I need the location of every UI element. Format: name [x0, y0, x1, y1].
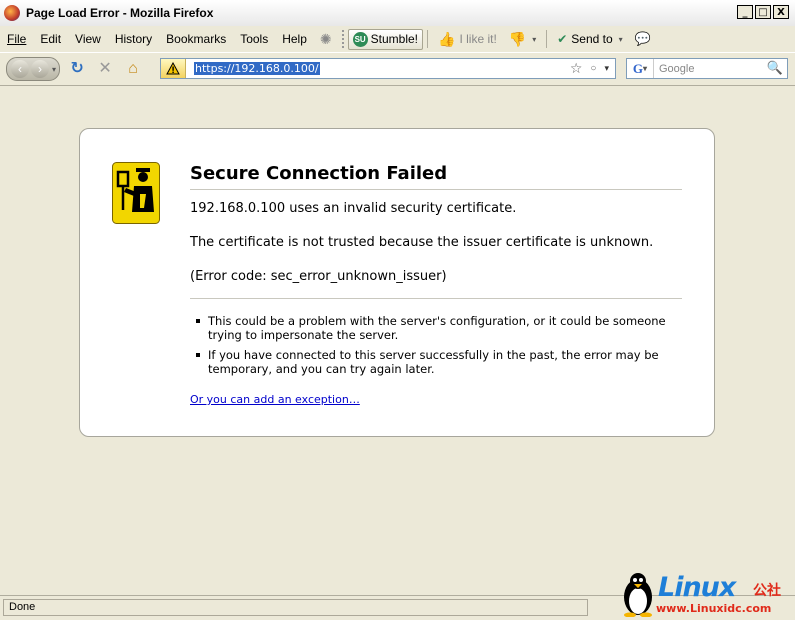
window-controls: _ □ X: [737, 5, 789, 19]
send-to-label: Send to: [571, 32, 613, 46]
bookmark-star-icon[interactable]: ☆: [570, 60, 583, 77]
list-item: If you have connected to this server suc…: [190, 348, 682, 376]
menu-history[interactable]: History: [108, 32, 159, 46]
error-message-host: 192.168.0.100 uses an invalid security c…: [190, 201, 517, 216]
maximize-button[interactable]: □: [755, 5, 771, 19]
like-label: I like it!: [459, 32, 497, 46]
dislike-button[interactable]: 👎 ▾: [503, 31, 542, 48]
close-button[interactable]: X: [773, 5, 789, 19]
history-dropdown-icon[interactable]: ▾: [52, 65, 56, 74]
warning-icon[interactable]: [161, 59, 186, 78]
url-input[interactable]: https://192.168.0.100/: [194, 62, 320, 75]
send-check-icon: ✔: [557, 32, 568, 46]
menu-view[interactable]: View: [68, 32, 108, 46]
menu-tools[interactable]: Tools: [233, 32, 275, 46]
search-bar[interactable]: G ▾ Google 🔍: [626, 58, 788, 79]
toolbar-separator: [427, 30, 428, 48]
firefox-logo-icon: [4, 5, 20, 21]
toolbar-grip: [341, 30, 344, 48]
forward-button[interactable]: ›: [31, 60, 49, 78]
menu-bookmarks[interactable]: Bookmarks: [159, 32, 233, 46]
like-button[interactable]: 👍 I like it!: [432, 31, 503, 48]
minimize-button[interactable]: _: [737, 5, 753, 19]
window-title: Page Load Error - Mozilla Firefox: [26, 6, 214, 20]
stop-button[interactable]: ✕: [94, 58, 116, 80]
menu-bar: File Edit View History Bookmarks Tools H…: [0, 26, 795, 53]
dislike-dropdown-icon[interactable]: ▾: [532, 35, 536, 44]
navigation-bar: ‹ › ▾ ↻ ✕ ⌂ https://192.168.0.100/ ☆ ○ ▾…: [0, 53, 795, 86]
url-dropdown-icon[interactable]: ▾: [604, 63, 609, 74]
add-exception-link[interactable]: Or you can add an exception…: [190, 393, 360, 406]
penguin-icon: [624, 573, 652, 617]
divider: [190, 298, 682, 299]
reload-button[interactable]: ↻: [66, 58, 88, 80]
error-code: (Error code: sec_error_unknown_issuer): [190, 269, 447, 284]
title-bar: Page Load Error - Mozilla Firefox _ □ X: [0, 0, 795, 26]
comment-button[interactable]: 💬: [629, 31, 657, 47]
feed-dot-icon: ○: [590, 63, 597, 74]
watermark-brand: Linux: [658, 572, 736, 603]
firefox-window: Page Load Error - Mozilla Firefox _ □ X …: [0, 0, 795, 620]
google-engine-icon[interactable]: G ▾: [627, 59, 654, 78]
search-icon[interactable]: 🔍: [767, 60, 783, 76]
error-title: Secure Connection Failed: [190, 163, 682, 190]
thumbs-down-icon: 👎: [508, 30, 527, 47]
send-to-dropdown-icon: ▾: [618, 34, 623, 44]
thumbs-up-icon: 👍: [438, 30, 456, 47]
stumbleupon-logo-icon: SU: [352, 31, 368, 47]
send-to-button[interactable]: ✔ Send to ▾: [551, 32, 628, 46]
page-content: Secure Connection Failed 192.168.0.100 u…: [0, 86, 795, 595]
menu-file[interactable]: File: [0, 32, 33, 46]
error-details-list: This could be a problem with the server'…: [190, 314, 682, 382]
watermark-cn: 公社: [753, 582, 781, 598]
status-text: Done: [3, 599, 588, 616]
error-page-card: Secure Connection Failed 192.168.0.100 u…: [79, 128, 715, 437]
watermark-logo: Linux 公社 www.Linuxidc.com: [618, 568, 794, 618]
error-message-reason: The certificate is not trusted because t…: [190, 235, 654, 250]
toolbar-separator: [546, 30, 548, 48]
url-bar[interactable]: https://192.168.0.100/ ☆ ○ ▾: [160, 58, 616, 79]
menu-edit[interactable]: Edit: [33, 32, 68, 46]
security-officer-icon: [112, 162, 160, 224]
home-button[interactable]: ⌂: [122, 58, 144, 80]
back-forward-group: ‹ › ▾: [6, 57, 61, 81]
back-button[interactable]: ‹: [11, 60, 29, 78]
url-bar-actions: ☆ ○ ▾: [570, 60, 609, 77]
speech-bubble-icon: 💬: [634, 31, 651, 46]
watermark-url: www.Linuxidc.com: [656, 602, 772, 615]
throbber-icon: ✺: [319, 30, 332, 47]
stumble-label: Stumble!: [370, 32, 418, 46]
stumble-button[interactable]: SU Stumble!: [347, 28, 423, 50]
list-item: This could be a problem with the server'…: [190, 314, 682, 342]
menu-help[interactable]: Help: [275, 32, 314, 46]
search-input[interactable]: Google: [659, 63, 694, 75]
